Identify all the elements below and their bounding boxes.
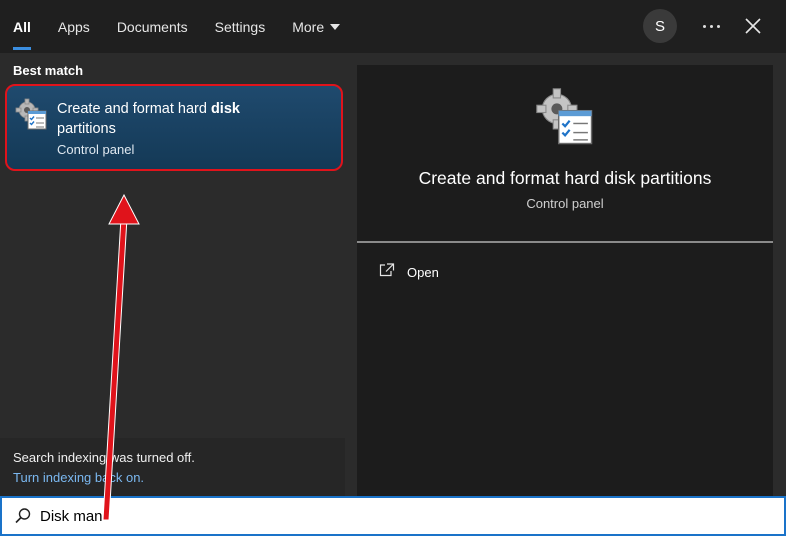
avatar[interactable]: S bbox=[643, 9, 677, 43]
indexing-notice: Search indexing was turned off. Turn ind… bbox=[0, 438, 345, 496]
best-match-title: Create and format hard disk partitions bbox=[57, 99, 287, 139]
tab-label: Apps bbox=[57, 18, 90, 35]
tab-settings[interactable]: Settings bbox=[215, 0, 266, 53]
open-action[interactable]: Open bbox=[379, 261, 439, 283]
close-icon[interactable] bbox=[741, 13, 765, 39]
open-external-icon bbox=[379, 262, 395, 282]
tab-more[interactable]: More bbox=[292, 0, 341, 53]
preview-pane: Create and format hard disk partitions C… bbox=[357, 65, 773, 496]
open-action-label: Open bbox=[407, 264, 439, 280]
turn-indexing-on-link[interactable]: Turn indexing back on. bbox=[13, 470, 144, 485]
control-panel-tools-icon bbox=[535, 87, 597, 149]
search-input[interactable] bbox=[40, 503, 740, 529]
search-box[interactable] bbox=[0, 496, 786, 536]
control-panel-tools-icon bbox=[15, 98, 49, 132]
best-match-result[interactable]: Create and format hard disk partitions Co… bbox=[5, 84, 343, 171]
tab-label: All bbox=[13, 18, 31, 35]
chevron-down-icon bbox=[330, 23, 341, 30]
tab-label: More bbox=[292, 18, 325, 35]
section-label-best-match: Best match bbox=[13, 63, 84, 78]
preview-title: Create and format hard disk partitions bbox=[418, 168, 712, 188]
tab-all[interactable]: All bbox=[13, 0, 31, 53]
top-bar: All Apps Documents Settings More S bbox=[0, 0, 786, 53]
indexing-message: Search indexing was turned off. bbox=[13, 450, 195, 465]
ellipsis-icon[interactable] bbox=[698, 14, 724, 38]
best-match-title-suffix: partitions bbox=[57, 121, 116, 137]
preview-divider bbox=[357, 241, 773, 243]
results-pane: Best match Create and format hard disk pa… bbox=[0, 53, 345, 496]
preview-subtitle: Control panel bbox=[526, 196, 604, 211]
best-match-title-prefix: Create and format hard bbox=[57, 101, 211, 117]
search-icon bbox=[14, 507, 32, 525]
best-match-title-bold: disk bbox=[210, 101, 240, 117]
best-match-subtitle: Control panel bbox=[57, 142, 135, 157]
avatar-letter: S bbox=[654, 17, 665, 35]
filter-tabs: All Apps Documents Settings More bbox=[13, 0, 367, 53]
tab-documents[interactable]: Documents bbox=[117, 0, 188, 53]
tab-label: Settings bbox=[214, 18, 266, 35]
tab-label: Documents bbox=[116, 18, 188, 35]
tab-apps[interactable]: Apps bbox=[58, 0, 90, 53]
